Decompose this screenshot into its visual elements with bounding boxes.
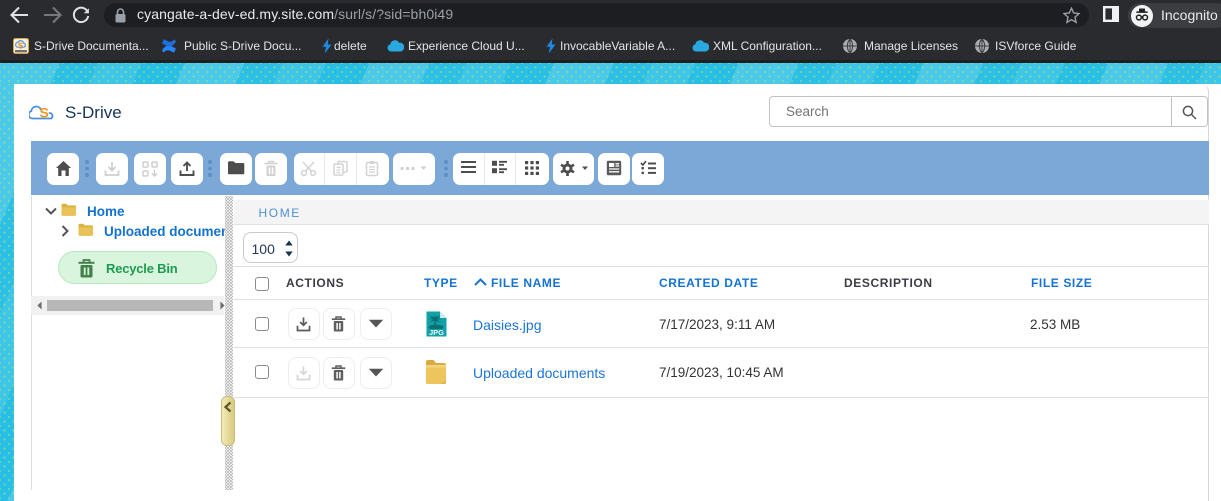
svg-text:S: S (18, 42, 24, 51)
svg-text:S: S (40, 105, 49, 121)
svg-text:JPG: JPG (429, 328, 444, 337)
